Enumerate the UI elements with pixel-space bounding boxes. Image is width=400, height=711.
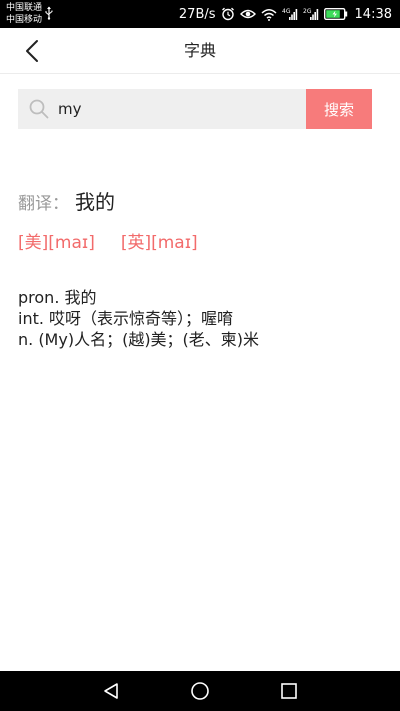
search-bar: 搜索: [18, 89, 372, 129]
search-input[interactable]: [58, 89, 304, 129]
definition-item: int. 哎呀（表示惊奇等）；喔唷: [18, 309, 234, 328]
circle-home-icon: [191, 682, 209, 700]
alarm-icon: [221, 7, 234, 21]
nav-back-button[interactable]: [99, 679, 123, 703]
status-indicators: 27B/s 4G 2G 14:38: [179, 0, 392, 28]
definitions: pron. 我的 int. 哎呀（表示惊奇等）；喔唷 n. (My)人名；(越)…: [18, 287, 259, 350]
translation-row: 翻译： 我的: [18, 186, 115, 215]
wifi-icon: [261, 8, 277, 21]
page-title: 字典: [183, 41, 216, 60]
signal-4g-icon: 4G: [282, 8, 297, 20]
nav-home-button[interactable]: [188, 679, 212, 703]
translation-word: 我的: [75, 190, 115, 214]
clock: 14:38: [354, 6, 392, 22]
status-bar: 中国联通 中国移动 27B/s 4G 2G 14:38: [0, 0, 400, 28]
signal-2g-icon: 2G: [303, 8, 318, 20]
usb-icon: [45, 6, 53, 20]
back-button[interactable]: [12, 34, 52, 68]
pronunciation-row: [美][maɪ] [英][maɪ]: [18, 228, 198, 253]
nav-recent-button[interactable]: [277, 679, 301, 703]
eye-icon: [239, 9, 256, 19]
pronunciation-uk[interactable]: [英][maɪ]: [121, 228, 198, 253]
battery-icon: [323, 8, 347, 20]
pronunciation-us[interactable]: [美][maɪ]: [18, 228, 95, 253]
square-recent-icon: [281, 683, 297, 699]
app-header: 字典: [0, 28, 400, 74]
search-icon: [29, 99, 49, 119]
translation-label: 翻译：: [18, 194, 69, 214]
network-speed: 27B/s: [178, 6, 216, 22]
signal-2g-label: 2G: [303, 8, 312, 15]
carrier-1: 中国联通: [6, 3, 43, 13]
search-button[interactable]: 搜索: [306, 89, 372, 129]
chevron-left-icon: [26, 40, 38, 62]
triangle-back-icon: [104, 683, 118, 699]
definition-item: pron. 我的: [18, 288, 97, 307]
definition-item: n. (My)人名；(越)美；(老、柬)米: [18, 330, 260, 349]
carrier-info: 中国联通 中国移动: [6, 2, 42, 26]
system-nav-bar: [0, 671, 400, 711]
signal-4g-label: 4G: [282, 8, 291, 15]
carrier-2: 中国移动: [6, 15, 43, 25]
